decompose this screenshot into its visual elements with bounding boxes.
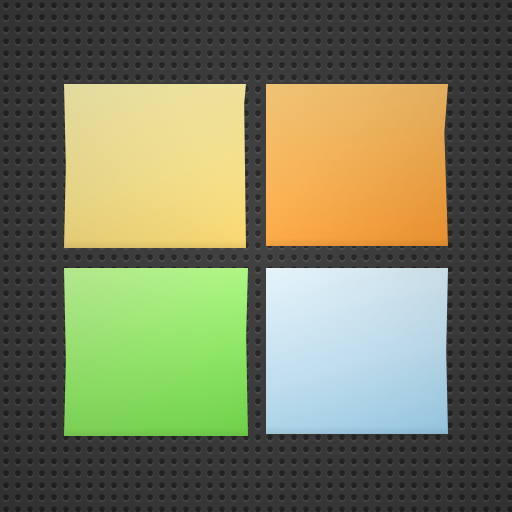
- sticky-notes-board: [0, 0, 512, 512]
- sticky-note-blue[interactable]: [266, 268, 448, 434]
- sticky-note-orange[interactable]: [266, 84, 448, 246]
- sticky-note-green[interactable]: [64, 268, 248, 436]
- sticky-note-yellow[interactable]: [64, 84, 246, 248]
